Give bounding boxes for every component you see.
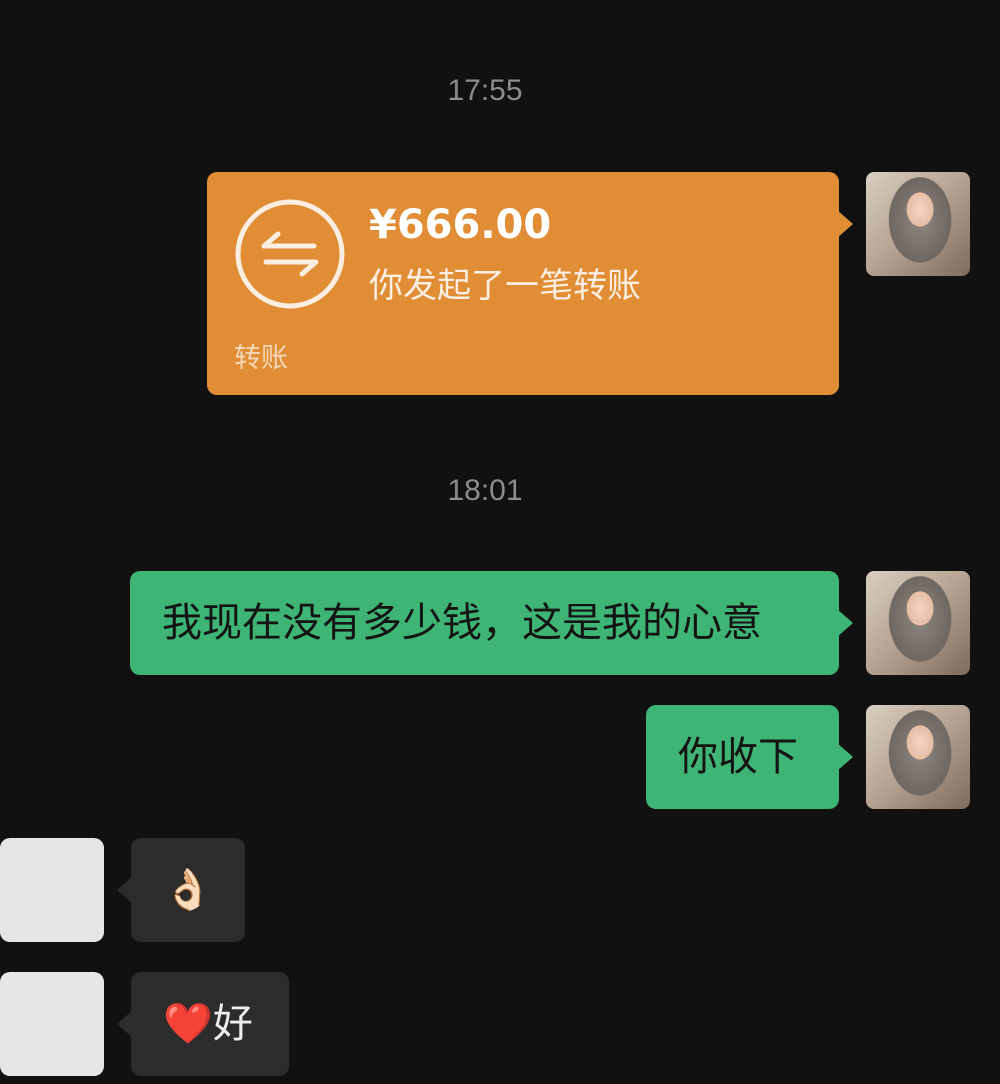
message-text: 好	[212, 1001, 253, 1047]
timestamp: 17:55	[447, 74, 523, 107]
message-text: 我现在没有多少钱，这是我的心意	[162, 600, 762, 646]
outgoing-message[interactable]: 你收下	[646, 705, 853, 809]
incoming-message[interactable]: ❤️好	[117, 972, 289, 1076]
contact-avatar[interactable]	[0, 838, 104, 942]
transfer-description: 你发起了一笔转账	[369, 266, 641, 306]
transfer-amount: ¥666.00	[369, 202, 552, 248]
my-avatar[interactable]	[866, 705, 970, 809]
ok-hand-emoji: 👌🏻	[163, 867, 213, 913]
transfer-arrows-icon	[235, 199, 345, 309]
my-avatar[interactable]	[866, 172, 970, 276]
transfer-card[interactable]: ¥666.00 你发起了一笔转账 转账	[207, 172, 853, 395]
heart-emoji: ❤️	[163, 1001, 213, 1047]
outgoing-message[interactable]: 我现在没有多少钱，这是我的心意	[130, 571, 853, 675]
my-avatar[interactable]	[866, 571, 970, 675]
transfer-label: 转账	[234, 343, 288, 374]
contact-avatar[interactable]	[0, 972, 104, 1076]
timestamp: 18:01	[447, 474, 523, 507]
incoming-message[interactable]: 👌🏻	[117, 838, 245, 942]
message-text: 你收下	[678, 734, 798, 780]
